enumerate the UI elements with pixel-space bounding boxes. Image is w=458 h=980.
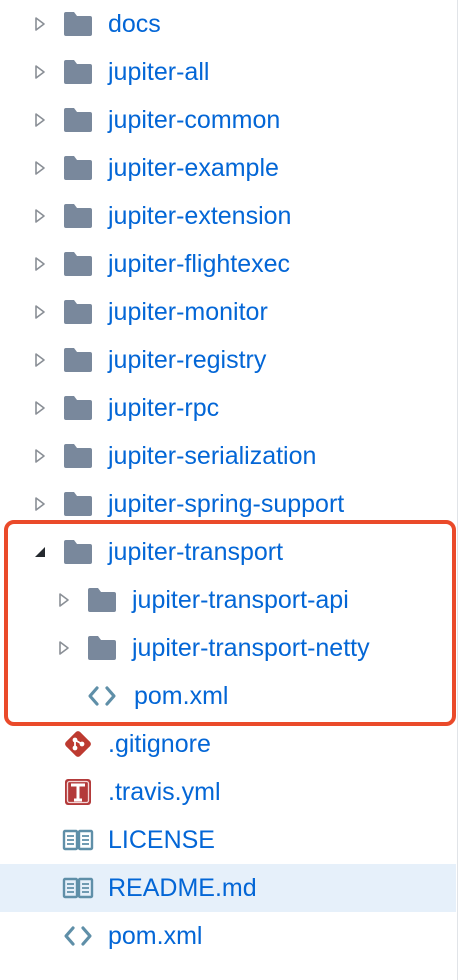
expand-arrow-icon[interactable] <box>30 480 50 528</box>
tree-row-jupiter-transport[interactable]: jupiter-transport <box>0 528 456 576</box>
tree-item-label[interactable]: jupiter-flightexec <box>108 240 290 288</box>
tree-row-jupiter-common[interactable]: jupiter-common <box>0 96 456 144</box>
expand-arrow-icon[interactable] <box>30 144 50 192</box>
tree-row-travis-yml[interactable]: .travis.yml <box>0 768 456 816</box>
code-file-icon <box>62 920 94 952</box>
folder-icon <box>86 584 118 616</box>
folder-icon <box>62 56 94 88</box>
expand-arrow-icon[interactable] <box>30 48 50 96</box>
tree-item-label[interactable]: pom.xml <box>108 912 202 960</box>
tree-row-gitignore[interactable]: .gitignore <box>0 720 456 768</box>
expand-arrow-icon[interactable] <box>30 240 50 288</box>
tree-item-label[interactable]: jupiter-extension <box>108 192 291 240</box>
git-file-icon <box>62 728 94 760</box>
collapse-arrow-icon[interactable] <box>30 528 50 576</box>
tree-item-label[interactable]: pom.xml <box>134 672 228 720</box>
tree-item-label[interactable]: jupiter-transport-netty <box>132 624 370 672</box>
folder-icon <box>62 344 94 376</box>
expand-arrow-icon[interactable] <box>54 576 74 624</box>
tree-row-jupiter-extension[interactable]: jupiter-extension <box>0 192 456 240</box>
tree-item-label[interactable]: LICENSE <box>108 816 215 864</box>
folder-icon <box>62 152 94 184</box>
tree-item-label[interactable]: jupiter-rpc <box>108 384 219 432</box>
tree-item-label[interactable]: jupiter-serialization <box>108 432 316 480</box>
tree-row-jupiter-flightexec[interactable]: jupiter-flightexec <box>0 240 456 288</box>
tree-row-jupiter-example[interactable]: jupiter-example <box>0 144 456 192</box>
tree-row-jupiter-all[interactable]: jupiter-all <box>0 48 456 96</box>
book-icon <box>62 824 94 856</box>
folder-icon <box>62 488 94 520</box>
tree-item-label[interactable]: jupiter-spring-support <box>108 480 344 528</box>
tree-item-label[interactable]: jupiter-all <box>108 48 209 96</box>
tree-item-label[interactable]: jupiter-example <box>108 144 279 192</box>
tree-row-jupiter-spring-support[interactable]: jupiter-spring-support <box>0 480 456 528</box>
folder-icon <box>62 296 94 328</box>
folder-icon <box>62 536 94 568</box>
tree-item-label[interactable]: docs <box>108 0 161 48</box>
tree-row-jupiter-rpc[interactable]: jupiter-rpc <box>0 384 456 432</box>
expand-arrow-icon[interactable] <box>30 288 50 336</box>
tree-row-license[interactable]: LICENSE <box>0 816 456 864</box>
expand-arrow-icon[interactable] <box>30 336 50 384</box>
expand-arrow-icon[interactable] <box>30 384 50 432</box>
tree-item-label[interactable]: jupiter-common <box>108 96 280 144</box>
tree-item-label[interactable]: jupiter-registry <box>108 336 266 384</box>
tree-item-label[interactable]: .gitignore <box>108 720 211 768</box>
expand-arrow-icon[interactable] <box>54 624 74 672</box>
folder-icon <box>62 440 94 472</box>
folder-icon <box>62 8 94 40</box>
tree-row-docs[interactable]: docs <box>0 0 456 48</box>
expand-arrow-icon[interactable] <box>30 96 50 144</box>
tree-row-readme-md[interactable]: README.md <box>0 864 456 912</box>
tree-item-label[interactable]: README.md <box>108 864 257 912</box>
tree-row-root-pom-xml[interactable]: pom.xml <box>0 912 456 960</box>
book-icon <box>62 872 94 904</box>
expand-arrow-icon[interactable] <box>30 192 50 240</box>
code-file-icon <box>86 680 118 712</box>
tree-row-jupiter-serialization[interactable]: jupiter-serialization <box>0 432 456 480</box>
file-tree: docs jupiter-all jupiter-common jupiter-… <box>0 0 458 980</box>
tree-item-label[interactable]: jupiter-monitor <box>108 288 268 336</box>
expand-arrow-icon[interactable] <box>30 0 50 48</box>
travis-file-icon <box>62 776 94 808</box>
tree-row-transport-pom-xml[interactable]: pom.xml <box>0 672 456 720</box>
tree-row-jupiter-transport-netty[interactable]: jupiter-transport-netty <box>0 624 456 672</box>
tree-item-label[interactable]: jupiter-transport <box>108 528 283 576</box>
folder-icon <box>86 632 118 664</box>
tree-item-label[interactable]: jupiter-transport-api <box>132 576 349 624</box>
folder-icon <box>62 248 94 280</box>
folder-icon <box>62 200 94 232</box>
tree-row-jupiter-monitor[interactable]: jupiter-monitor <box>0 288 456 336</box>
tree-row-jupiter-transport-api[interactable]: jupiter-transport-api <box>0 576 456 624</box>
folder-icon <box>62 104 94 136</box>
expand-arrow-icon[interactable] <box>30 432 50 480</box>
tree-row-jupiter-registry[interactable]: jupiter-registry <box>0 336 456 384</box>
tree-item-label[interactable]: .travis.yml <box>108 768 221 816</box>
folder-icon <box>62 392 94 424</box>
